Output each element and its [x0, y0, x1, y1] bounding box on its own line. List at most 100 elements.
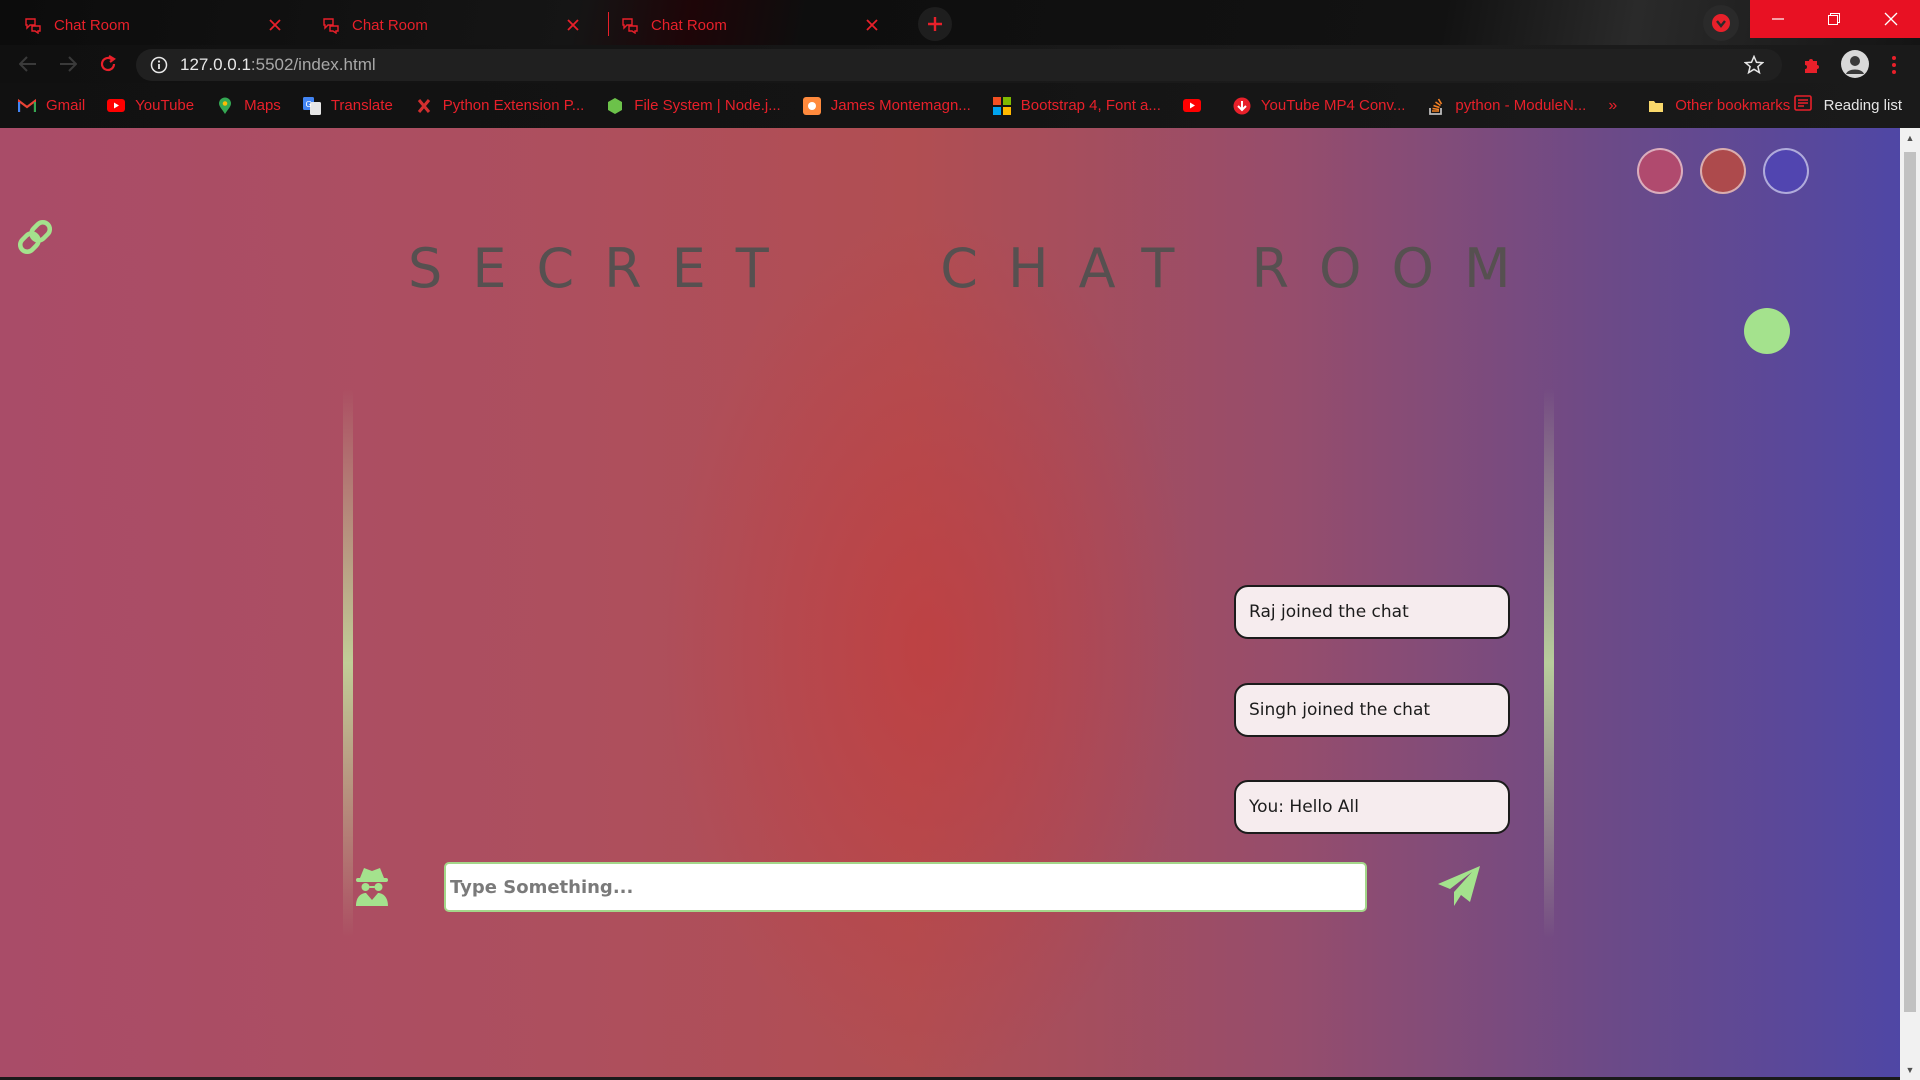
more-bookmarks-chevron-icon[interactable]: » — [1608, 97, 1617, 115]
page-scrollbar[interactable]: ▲ ▼ — [1900, 128, 1920, 1080]
bookmark-label: James Montemagn... — [830, 97, 971, 114]
browser-toolbar: 127.0.0.1:5502/index.html — [0, 45, 1920, 83]
arrow-left-icon — [19, 56, 36, 72]
minimize-button[interactable] — [1750, 0, 1806, 38]
plus-icon — [928, 17, 942, 31]
reading-list-button[interactable]: Reading list — [1793, 95, 1902, 115]
message-bubble: You: Hello All — [1234, 780, 1510, 834]
bookmark-label: File System | Node.j... — [634, 97, 781, 114]
nodejs-icon — [606, 97, 624, 115]
bookmark-star-icon[interactable] — [1743, 54, 1765, 75]
address-bar[interactable]: 127.0.0.1:5502/index.html — [136, 49, 1782, 81]
reload-icon — [100, 55, 116, 72]
message-bubble: Singh joined the chat — [1234, 683, 1510, 737]
theme-swatch-red[interactable] — [1700, 148, 1746, 194]
tab-chat-room-3[interactable]: Chat Room — [597, 5, 894, 45]
scroll-down-arrow-icon[interactable]: ▼ — [1904, 1064, 1916, 1076]
spy-incognito-icon — [350, 864, 394, 908]
bookmark-label: python - ModuleN... — [1455, 97, 1587, 114]
folder-icon — [1647, 97, 1665, 115]
tab-close-icon[interactable] — [265, 15, 285, 35]
gmail-icon — [18, 97, 36, 115]
message-input[interactable] — [444, 862, 1367, 912]
bookmark-label: Maps — [244, 97, 281, 114]
tab-chat-room-1[interactable]: Chat Room — [0, 5, 297, 45]
maps-icon — [216, 97, 234, 115]
title-secret: SECRET — [408, 237, 799, 300]
menu-kebab-icon[interactable] — [1882, 53, 1906, 77]
close-window-button[interactable] — [1862, 0, 1920, 38]
bookmark-label: Gmail — [46, 97, 86, 114]
send-button[interactable] — [1436, 864, 1482, 910]
bookmarks-bar: Gmail YouTube Maps G Translate Python Ex… — [0, 83, 1920, 128]
message-text: Raj joined the chat — [1249, 602, 1409, 622]
profile-avatar[interactable] — [1840, 49, 1870, 79]
youtube-icon — [1182, 97, 1201, 115]
title-chat-room: CHAT ROOM — [940, 237, 1541, 300]
download-icon — [1233, 97, 1251, 115]
arrow-right-icon — [60, 56, 77, 72]
url-host: 127.0.0.1 — [180, 55, 251, 74]
theme-swatch-indigo[interactable] — [1763, 148, 1809, 194]
bookmark-gmail[interactable]: Gmail — [18, 97, 85, 115]
microsoft-icon — [992, 96, 1011, 115]
close-icon — [1884, 12, 1898, 26]
python-ext-icon — [415, 97, 433, 115]
new-tab-button[interactable] — [918, 7, 952, 41]
tab-title: Chat Room — [54, 16, 130, 34]
bookmark-other[interactable]: Other bookmarks — [1647, 97, 1790, 115]
message-list: Raj joined the chat Singh joined the cha… — [352, 388, 1542, 938]
bookmark-label: YouTube — [135, 97, 195, 114]
tab-close-icon[interactable] — [862, 15, 882, 35]
extensions-puzzle-icon[interactable] — [1800, 53, 1824, 77]
bookmark-label: Python Extension P... — [442, 97, 585, 114]
info-icon[interactable] — [150, 56, 168, 74]
tab-title: Chat Room — [352, 16, 428, 34]
minimize-icon — [1772, 18, 1784, 20]
bookmark-label: Other bookmarks — [1675, 97, 1791, 114]
reading-list-icon — [1793, 95, 1812, 115]
bookmark-label: YouTube MP4 Conv... — [1260, 97, 1406, 114]
restore-icon — [1828, 13, 1840, 25]
url-path: :5502/index.html — [250, 55, 376, 74]
media-control-button[interactable] — [1703, 5, 1739, 41]
chat-favicon-icon — [24, 16, 42, 34]
back-button[interactable] — [14, 52, 42, 76]
bookmark-maps[interactable]: Maps — [216, 97, 281, 115]
restore-button[interactable] — [1806, 0, 1862, 38]
bookmark-label: Translate — [330, 97, 393, 114]
download-circle-icon — [1712, 14, 1730, 32]
bookmark-translate[interactable]: G Translate — [302, 96, 393, 115]
reading-list-label: Reading list — [1823, 96, 1902, 114]
translate-icon: G — [302, 96, 321, 115]
tab-title: Chat Room — [651, 16, 727, 34]
bookmark-nodejs-fs[interactable]: File System | Node.j... — [606, 97, 781, 115]
reload-button[interactable] — [94, 52, 122, 76]
theme-swatch-pink[interactable] — [1637, 148, 1683, 194]
bookmark-youtube-mp4[interactable]: YouTube MP4 Conv... — [1233, 97, 1406, 115]
bookmark-python-modulen[interactable]: python - ModuleN... — [1427, 97, 1586, 115]
svg-text:G: G — [305, 100, 311, 109]
scroll-up-arrow-icon[interactable]: ▲ — [1904, 132, 1916, 144]
chat-favicon-icon — [621, 16, 639, 34]
message-text: Singh joined the chat — [1249, 700, 1431, 720]
status-dot[interactable] — [1744, 308, 1790, 354]
bookmark-james-montemagno[interactable]: James Montemagn... — [802, 96, 971, 115]
bookmark-label: Bootstrap 4, Font a... — [1020, 97, 1161, 114]
bookmark-python-extension[interactable]: Python Extension P... — [415, 97, 584, 115]
bookmark-youtube-2[interactable] — [1182, 97, 1211, 115]
bookmark-youtube[interactable]: YouTube — [107, 97, 194, 115]
bookmark-bootstrap[interactable]: Bootstrap 4, Font a... — [992, 96, 1161, 115]
blog-icon — [802, 96, 821, 115]
chat-page: SECRET CHAT ROOM Raj joined the chat Sin… — [0, 128, 1900, 1078]
scrollbar-thumb[interactable] — [1904, 152, 1916, 1012]
stackoverflow-icon — [1427, 97, 1445, 115]
page-title: SECRET CHAT ROOM — [0, 174, 1760, 363]
tab-chat-room-2[interactable]: Chat Room — [298, 5, 595, 45]
tab-close-icon[interactable] — [563, 15, 583, 35]
message-bubble: Raj joined the chat — [1234, 585, 1510, 639]
youtube-icon — [107, 97, 126, 115]
forward-button[interactable] — [54, 52, 82, 76]
tab-strip: Chat Room Chat Room Chat Room — [0, 0, 1920, 45]
chat-favicon-icon — [322, 16, 340, 34]
